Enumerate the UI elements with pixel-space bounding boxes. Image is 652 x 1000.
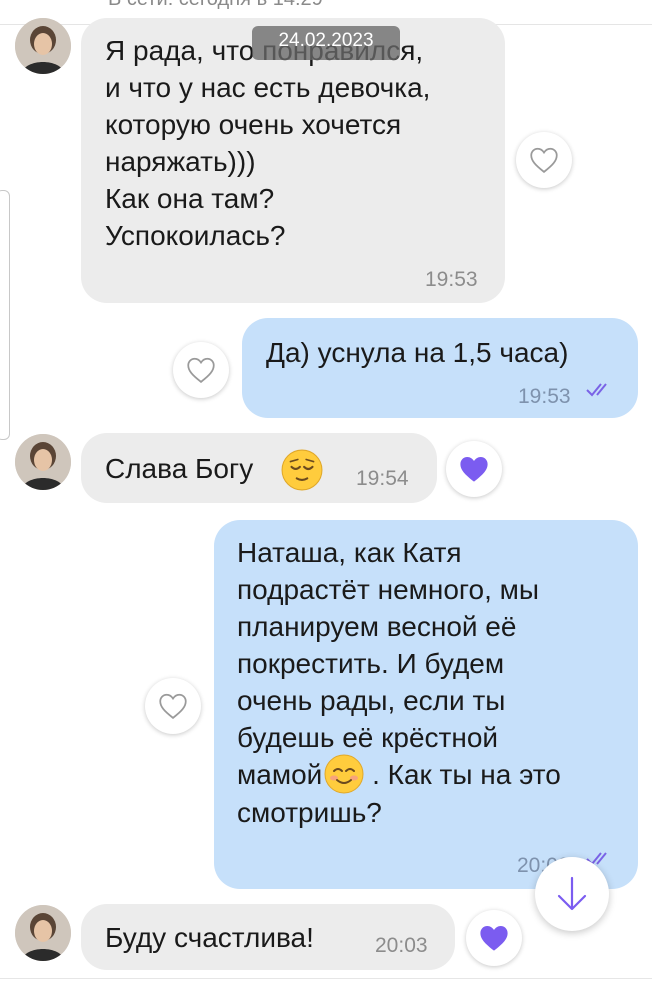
contact-avatar[interactable] xyxy=(15,905,71,961)
message-text: Буду счастлива! xyxy=(105,922,314,953)
side-scroll-handle[interactable] xyxy=(0,190,10,440)
read-checkmarks-icon xyxy=(586,383,607,397)
arrow-down-icon xyxy=(557,876,587,911)
message-bubble-incoming[interactable]: Слава Богу 19:54 xyxy=(81,433,437,503)
heart-filled-icon xyxy=(460,457,488,482)
message-bubble-outgoing[interactable]: Наташа, как Катя подрастёт немного, мы п… xyxy=(214,520,638,889)
message-line: Наташа, как Катя xyxy=(237,537,462,568)
contact-avatar[interactable] xyxy=(15,18,71,74)
message-time: 20:03 xyxy=(375,934,428,957)
smiling-face-emoji-icon xyxy=(324,754,364,794)
contact-avatar[interactable] xyxy=(15,434,71,490)
message-time: 19:53 xyxy=(425,268,478,291)
message-line: которую очень хочется xyxy=(105,109,402,140)
message-bubble-incoming[interactable]: Буду счастлива! 20:03 xyxy=(81,904,455,970)
message-line: планируем весной её xyxy=(237,611,517,642)
message-line: очень рады, если ты xyxy=(237,685,506,716)
heart-outline-icon xyxy=(159,693,187,719)
scroll-to-bottom-button[interactable] xyxy=(535,857,609,931)
heart-outline-icon xyxy=(530,147,558,173)
like-button[interactable] xyxy=(145,678,201,734)
message-line: покрестить. И будем xyxy=(237,648,505,679)
divider xyxy=(0,978,652,979)
message-bubble-outgoing[interactable]: Да) уснула на 1,5 часа) 19:53 xyxy=(242,318,638,418)
message-text-fragment: мамой xyxy=(237,759,323,790)
message-line: наряжать))) xyxy=(105,146,256,177)
message-bubble-incoming[interactable]: Я рада, что понравился, и что у нас есть… xyxy=(81,18,505,303)
like-button[interactable] xyxy=(516,132,572,188)
message-line: смотришь? xyxy=(237,796,382,828)
like-button[interactable] xyxy=(466,910,522,966)
relieved-face-emoji-icon xyxy=(281,449,323,491)
message-time: 19:54 xyxy=(356,467,409,490)
date-separator: 24.02.2023 xyxy=(252,26,400,60)
message-line: и что у нас есть девочка, xyxy=(105,72,431,103)
message-text: Да) уснула на 1,5 часа) xyxy=(266,337,569,368)
message-line: Успокоилась? xyxy=(105,220,286,251)
message-line: мамой . Как ты на это xyxy=(237,754,561,794)
like-button[interactable] xyxy=(173,342,229,398)
heart-filled-icon xyxy=(480,926,508,951)
message-line: Как она там? xyxy=(105,183,275,214)
message-time: 19:53 xyxy=(518,385,571,408)
contact-status: В сети: сегодня в 14:29 xyxy=(108,0,323,11)
message-line: будешь её крёстной xyxy=(237,722,499,753)
like-button[interactable] xyxy=(446,441,502,497)
message-text-fragment: . Как ты на это xyxy=(364,759,561,790)
message-text: Слава Богу xyxy=(105,453,254,484)
message-line: подрастёт немного, мы xyxy=(237,574,540,605)
heart-outline-icon xyxy=(187,357,215,383)
